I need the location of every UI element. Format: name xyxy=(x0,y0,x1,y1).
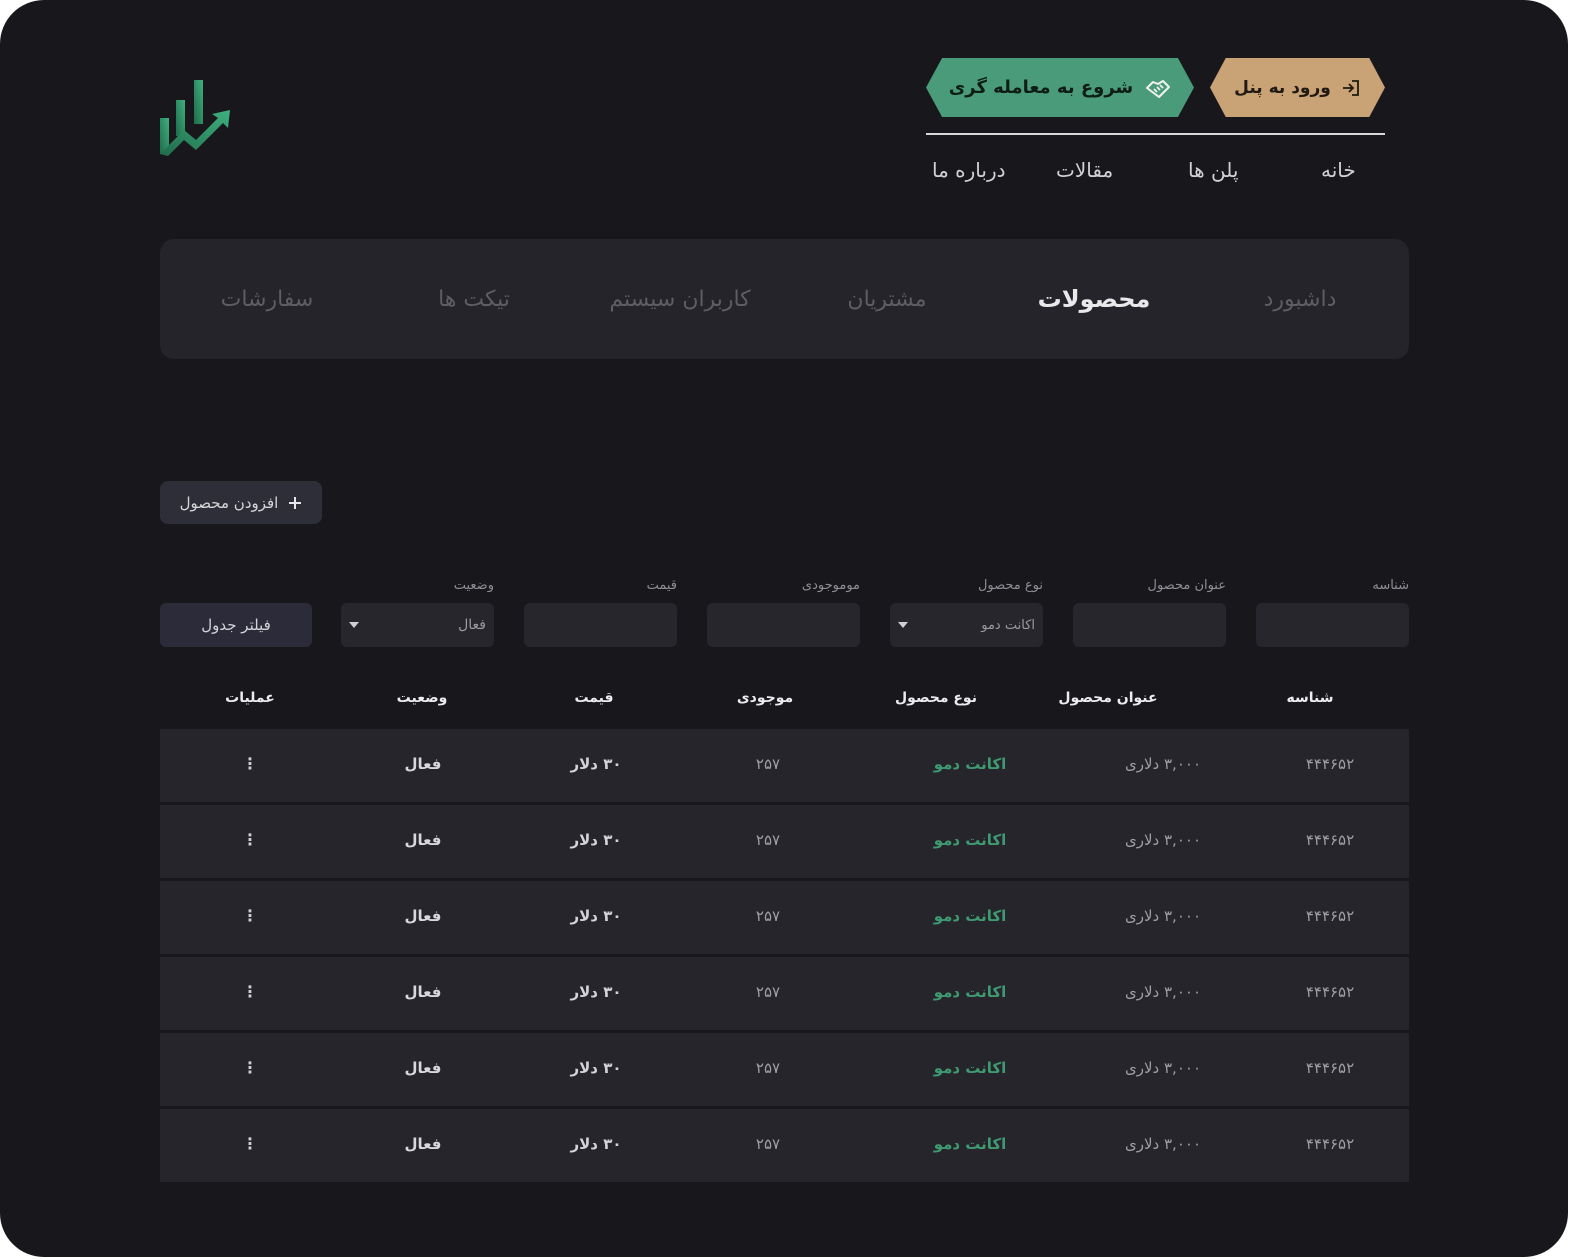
cell-price: ۳۰ دلار xyxy=(570,831,622,849)
table-row[interactable]: ۴۴۴۶۵۲ ۳,۰۰۰ دلاری اکانت دمو ۲۵۷ ۳۰ دلار فعال… xyxy=(160,1109,1409,1182)
table-row[interactable]: ۴۴۴۶۵۲ ۳,۰۰۰ دلاری اکانت دمو ۲۵۷ ۳۰ دلار فعال… xyxy=(160,957,1409,1030)
cell-type: اکانت دمو xyxy=(933,755,1007,773)
header-divider xyxy=(926,133,1385,135)
start-trading-button[interactable]: شروع به معامله گری xyxy=(926,58,1194,117)
cell-status: فعال xyxy=(404,1059,442,1077)
cell-status: فعال xyxy=(404,1135,442,1153)
cell-title: ۳,۰۰۰ دلاری xyxy=(1125,983,1201,1001)
cell-stock: ۲۵۷ xyxy=(755,1135,781,1153)
cell-title: ۳,۰۰۰ دلاری xyxy=(1125,1135,1201,1153)
login-panel-button[interactable]: ورود به پنل xyxy=(1210,58,1385,117)
column-header-operations[interactable]: عملیات xyxy=(190,690,310,706)
filter-stock-input[interactable] xyxy=(707,603,860,647)
start-trading-label: شروع به معامله گری xyxy=(948,77,1134,98)
row-actions-icon[interactable]: ⋮ xyxy=(220,1109,280,1182)
filter-price-label: قیمت xyxy=(646,578,677,593)
cell-stock: ۲۵۷ xyxy=(755,983,781,1001)
main-nav: خانه پلن ها مقالات درباره ما xyxy=(926,150,1386,190)
cell-status: فعال xyxy=(404,983,442,1001)
nav-item-home[interactable]: خانه xyxy=(1321,150,1356,190)
cell-price: ۳۰ دلار xyxy=(570,1135,622,1153)
cell-type: اکانت دمو xyxy=(933,907,1007,925)
cell-price: ۳۰ دلار xyxy=(570,983,622,1001)
nav-item-about[interactable]: درباره ما xyxy=(932,150,1006,190)
filter-type-label: نوع محصول xyxy=(977,578,1043,593)
nav-item-plans[interactable]: پلن ها xyxy=(1188,150,1238,190)
row-actions-icon[interactable]: ⋮ xyxy=(220,1033,280,1106)
cell-stock: ۲۵۷ xyxy=(755,755,781,773)
cell-title: ۳,۰۰۰ دلاری xyxy=(1125,907,1201,925)
cell-stock: ۲۵۷ xyxy=(755,1059,781,1077)
tab-system-users[interactable]: کاربران سیستم xyxy=(576,239,784,359)
column-header-status[interactable]: وضعیت xyxy=(362,690,482,706)
filter-status-value: فعال xyxy=(458,617,486,633)
add-product-button[interactable]: افزودن محصول xyxy=(160,481,322,524)
filter-type-select[interactable]: اکانت دمو xyxy=(890,603,1043,647)
filter-status-select[interactable]: فعال xyxy=(341,603,494,647)
section-tabs: داشبورد محصولات مشتریان کاربران سیستم تی… xyxy=(160,239,1409,359)
filter-title-input[interactable] xyxy=(1073,603,1226,647)
filter-id-input[interactable] xyxy=(1256,603,1409,647)
row-actions-icon[interactable]: ⋮ xyxy=(220,805,280,878)
cell-status: فعال xyxy=(404,831,442,849)
filter-stock-label: موموجودی xyxy=(801,578,860,593)
filter-type-value: اکانت دمو xyxy=(981,617,1035,633)
column-header-stock[interactable]: موجودی xyxy=(705,690,825,706)
cell-title: ۳,۰۰۰ دلاری xyxy=(1125,1059,1201,1077)
table-row[interactable]: ۴۴۴۶۵۲ ۳,۰۰۰ دلاری اکانت دمو ۲۵۷ ۳۰ دلار فعال… xyxy=(160,1033,1409,1106)
cell-stock: ۲۵۷ xyxy=(755,907,781,925)
cell-type: اکانت دمو xyxy=(933,983,1007,1001)
nav-item-articles[interactable]: مقالات xyxy=(1056,150,1113,190)
table-row[interactable]: ۴۴۴۶۵۲ ۳,۰۰۰ دلاری اکانت دمو ۲۵۷ ۳۰ دلار فعال… xyxy=(160,881,1409,954)
plus-icon xyxy=(289,496,302,509)
row-actions-icon[interactable]: ⋮ xyxy=(220,729,280,802)
column-header-type[interactable]: نوع محصول xyxy=(876,690,996,706)
cell-price: ۳۰ دلار xyxy=(570,907,622,925)
cell-type: اکانت دمو xyxy=(933,831,1007,849)
tab-customers[interactable]: مشتریان xyxy=(783,239,991,359)
app-window: ورود به پنل شروع به معامله گری خانه پلن … xyxy=(0,0,1568,1257)
cell-title: ۳,۰۰۰ دلاری xyxy=(1125,831,1201,849)
filter-id-label: شناسه xyxy=(1372,578,1409,593)
chevron-down-icon xyxy=(349,622,359,628)
column-header-title[interactable]: عنوان محصول xyxy=(1048,690,1168,706)
filter-title-label: عنوان محصول xyxy=(1147,578,1226,593)
column-header-price[interactable]: قیمت xyxy=(534,690,654,706)
row-actions-icon[interactable]: ⋮ xyxy=(220,957,280,1030)
cell-type: اکانت دمو xyxy=(933,1135,1007,1153)
login-panel-label: ورود به پنل xyxy=(1234,77,1331,98)
row-actions-icon[interactable]: ⋮ xyxy=(220,881,280,954)
tab-tickets[interactable]: تیکت ها xyxy=(370,239,578,359)
cell-status: فعال xyxy=(404,755,442,773)
login-icon xyxy=(1342,79,1359,96)
filter-table-button[interactable]: فیلتر جدول xyxy=(160,603,312,647)
table-row[interactable]: ۴۴۴۶۵۲ ۳,۰۰۰ دلاری اکانت دمو ۲۵۷ ۳۰ دلار فعال… xyxy=(160,729,1409,802)
column-header-id[interactable]: شناسه xyxy=(1250,690,1370,706)
chart-growth-logo-icon[interactable] xyxy=(158,78,232,156)
cell-price: ۳۰ دلار xyxy=(570,1059,622,1077)
cell-price: ۳۰ دلار xyxy=(570,755,622,773)
filter-status-label: وضعیت xyxy=(453,578,494,593)
table-row[interactable]: ۴۴۴۶۵۲ ۳,۰۰۰ دلاری اکانت دمو ۲۵۷ ۳۰ دلار فعال… xyxy=(160,805,1409,878)
cell-title: ۳,۰۰۰ دلاری xyxy=(1125,755,1201,773)
handshake-icon xyxy=(1146,79,1171,98)
filter-price-input[interactable] xyxy=(524,603,677,647)
cell-status: فعال xyxy=(404,907,442,925)
tab-products[interactable]: محصولات xyxy=(990,239,1198,359)
tab-dashboard[interactable]: داشبورد xyxy=(1196,239,1404,359)
add-product-label: افزودن محصول xyxy=(179,493,279,512)
cell-stock: ۲۵۷ xyxy=(755,831,781,849)
chevron-down-icon xyxy=(898,622,908,628)
tab-orders[interactable]: سفارشات xyxy=(163,239,371,359)
cell-type: اکانت دمو xyxy=(933,1059,1007,1077)
